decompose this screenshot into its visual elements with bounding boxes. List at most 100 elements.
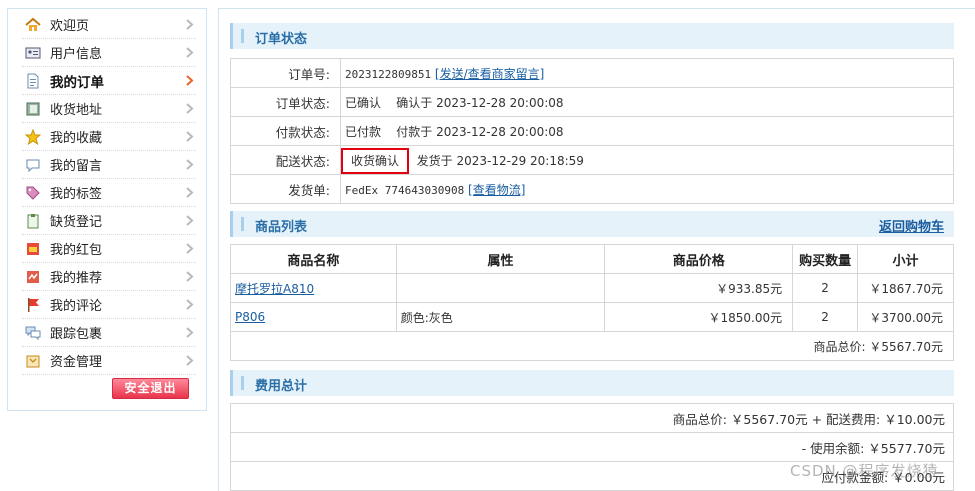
chevron-right-icon bbox=[186, 215, 194, 226]
fee-line-balance: - 使用余额: ￥5577.70元 bbox=[230, 432, 954, 462]
sidebar-item[interactable]: 我的评论 bbox=[22, 291, 196, 319]
chevron-right-icon bbox=[186, 187, 194, 198]
sidebar-item[interactable]: 我的标签 bbox=[22, 179, 196, 207]
invoice-value: FedEx 774643030908 bbox=[345, 183, 465, 197]
chevron-right-icon bbox=[186, 159, 194, 170]
chevron-right-icon bbox=[186, 75, 194, 86]
back-to-cart-link[interactable]: 返回购物车 bbox=[879, 216, 944, 235]
speech-bubble-icon bbox=[24, 156, 42, 174]
table-row: P806 颜色:灰色 ￥1850.00元 2 ￥3700.00元 bbox=[230, 302, 954, 332]
sidebar-item-label: 用户信息 bbox=[50, 47, 103, 62]
sidebar-item[interactable]: 缺货登记 bbox=[22, 207, 196, 235]
ship-status-label: 配送状态: bbox=[230, 145, 341, 175]
table-header-row: 商品名称 属性 商品价格 购买数量 小计 bbox=[230, 244, 954, 274]
tag-icon bbox=[24, 184, 42, 202]
product-price: ￥933.85元 bbox=[604, 273, 794, 303]
sidebar-item[interactable]: 我的收藏 bbox=[22, 123, 196, 151]
table-row: 商品总价: ￥5567.70元 bbox=[230, 331, 954, 361]
pay-status-time: 付款于 2023-12-28 20:00:08 bbox=[396, 124, 564, 139]
flag-icon bbox=[24, 296, 42, 314]
col-name-header: 商品名称 bbox=[230, 244, 397, 274]
fee-line-total: 商品总价: ￥5567.70元 + 配送费用: ￥10.00元 bbox=[230, 403, 954, 433]
sidebar-item-label: 我的红包 bbox=[50, 243, 103, 258]
document-icon bbox=[24, 72, 42, 90]
chevron-right-icon bbox=[186, 271, 194, 282]
confirm-receipt-button[interactable]: 收货确认 bbox=[341, 147, 410, 174]
chevron-right-icon bbox=[186, 243, 194, 254]
invoice-label: 发货单: bbox=[230, 174, 341, 204]
star-icon bbox=[24, 128, 42, 146]
goods-total: 商品总价: ￥5567.70元 bbox=[230, 331, 954, 361]
fees-header: 费用总计 bbox=[230, 370, 954, 396]
sidebar-item-label: 我的留言 bbox=[50, 159, 103, 174]
watermark: CSDN @程序发烧猿 bbox=[790, 462, 939, 480]
col-attr-header: 属性 bbox=[395, 244, 606, 274]
sidebar-item-label: 我的推荐 bbox=[50, 271, 103, 286]
recommend-icon bbox=[24, 268, 42, 286]
sidebar-item-label: 资金管理 bbox=[50, 355, 103, 370]
section-marker bbox=[241, 29, 244, 43]
sidebar-item-label: 收货地址 bbox=[50, 103, 103, 118]
sidebar-item[interactable]: 我的留言 bbox=[22, 151, 196, 179]
sidebar-item-label: 跟踪包裹 bbox=[50, 327, 103, 342]
sidebar-item-label: 缺货登记 bbox=[50, 215, 103, 230]
sidebar-item-label: 我的评论 bbox=[50, 299, 103, 314]
view-logistics-link[interactable]: [查看物流] bbox=[468, 183, 525, 197]
table-row: 商品总价: ￥5567.70元 + 配送费用: ￥10.00元 bbox=[230, 403, 954, 433]
chevron-right-icon bbox=[186, 327, 194, 338]
product-subtotal: ￥1867.70元 bbox=[857, 273, 954, 303]
goods-table: 商品名称 属性 商品价格 购买数量 小计 摩托罗拉A810 ￥933.85元 2… bbox=[230, 244, 954, 361]
table-row: 摩托罗拉A810 ￥933.85元 2 ￥1867.70元 bbox=[230, 273, 954, 303]
pay-status-value: 已付款 bbox=[345, 124, 382, 139]
sidebar-item[interactable]: 我的红包 bbox=[22, 235, 196, 263]
chevron-right-icon bbox=[186, 355, 194, 366]
home-icon bbox=[24, 16, 42, 34]
product-attr bbox=[395, 273, 606, 303]
order-no-label: 订单号: bbox=[230, 58, 341, 88]
order-status-header: 订单状态 bbox=[230, 23, 954, 49]
table-row: - 使用余额: ￥5577.70元 bbox=[230, 432, 954, 462]
address-book-icon bbox=[24, 100, 42, 118]
section-marker bbox=[241, 217, 244, 231]
main-content: 订单状态 订单号: 2023122809851 [发送/查看商家留言] 订单状态… bbox=[218, 8, 975, 491]
chat-bubbles-icon bbox=[24, 324, 42, 342]
product-subtotal: ￥3700.00元 bbox=[857, 302, 954, 332]
merchant-message-link[interactable]: [发送/查看商家留言] bbox=[435, 67, 544, 81]
chevron-right-icon bbox=[186, 299, 194, 310]
goods-list-header: 商品列表 返回购物车 bbox=[230, 211, 954, 237]
sidebar-item[interactable]: 我的订单 bbox=[22, 67, 196, 95]
sidebar-item-label: 我的订单 bbox=[50, 74, 104, 91]
order-status-time: 确认于 2023-12-28 20:00:08 bbox=[396, 95, 564, 110]
sidebar-item[interactable]: 收货地址 bbox=[22, 95, 196, 123]
chevron-right-icon bbox=[186, 19, 194, 30]
table-row: 付款状态: 已付款 付款于 2023-12-28 20:00:08 bbox=[230, 116, 954, 146]
logout-button[interactable]: 安全退出 bbox=[112, 378, 189, 399]
order-status-label: 订单状态: bbox=[230, 87, 341, 117]
sidebar-item-label: 我的收藏 bbox=[50, 131, 103, 146]
product-link[interactable]: P806 bbox=[235, 310, 265, 324]
col-subtotal-header: 小计 bbox=[857, 244, 954, 274]
product-price: ￥1850.00元 bbox=[604, 302, 794, 332]
order-info-table: 订单号: 2023122809851 [发送/查看商家留言] 订单状态: 已确认… bbox=[230, 58, 954, 204]
table-row: 配送状态: 收货确认 发货于 2023-12-29 20:18:59 bbox=[230, 145, 954, 175]
pay-status-label: 付款状态: bbox=[230, 116, 341, 146]
id-card-icon bbox=[24, 44, 42, 62]
sidebar-item[interactable]: 我的推荐 bbox=[22, 263, 196, 291]
sidebar-item[interactable]: 资金管理 bbox=[22, 347, 196, 375]
section-title: 订单状态 bbox=[255, 32, 308, 47]
table-row: 订单号: 2023122809851 [发送/查看商家留言] bbox=[230, 58, 954, 88]
sidebar-item[interactable]: 跟踪包裹 bbox=[22, 319, 196, 347]
clipboard-icon bbox=[24, 212, 42, 230]
order-status-value: 已确认 bbox=[345, 95, 382, 110]
chevron-right-icon bbox=[186, 131, 194, 142]
order-no-value: 2023122809851 bbox=[345, 67, 432, 81]
sidebar: 欢迎页用户信息我的订单收货地址我的收藏我的留言我的标签缺货登记我的红包我的推荐我… bbox=[7, 8, 207, 411]
sidebar-item-label: 欢迎页 bbox=[50, 19, 90, 34]
sidebar-item[interactable]: 用户信息 bbox=[22, 39, 196, 67]
sidebar-item[interactable]: 欢迎页 bbox=[22, 11, 196, 39]
product-qty: 2 bbox=[792, 273, 859, 303]
product-link[interactable]: 摩托罗拉A810 bbox=[235, 282, 314, 296]
sidebar-item-label: 我的标签 bbox=[50, 187, 103, 202]
product-attr: 颜色:灰色 bbox=[395, 302, 606, 332]
chevron-right-icon bbox=[186, 103, 194, 114]
